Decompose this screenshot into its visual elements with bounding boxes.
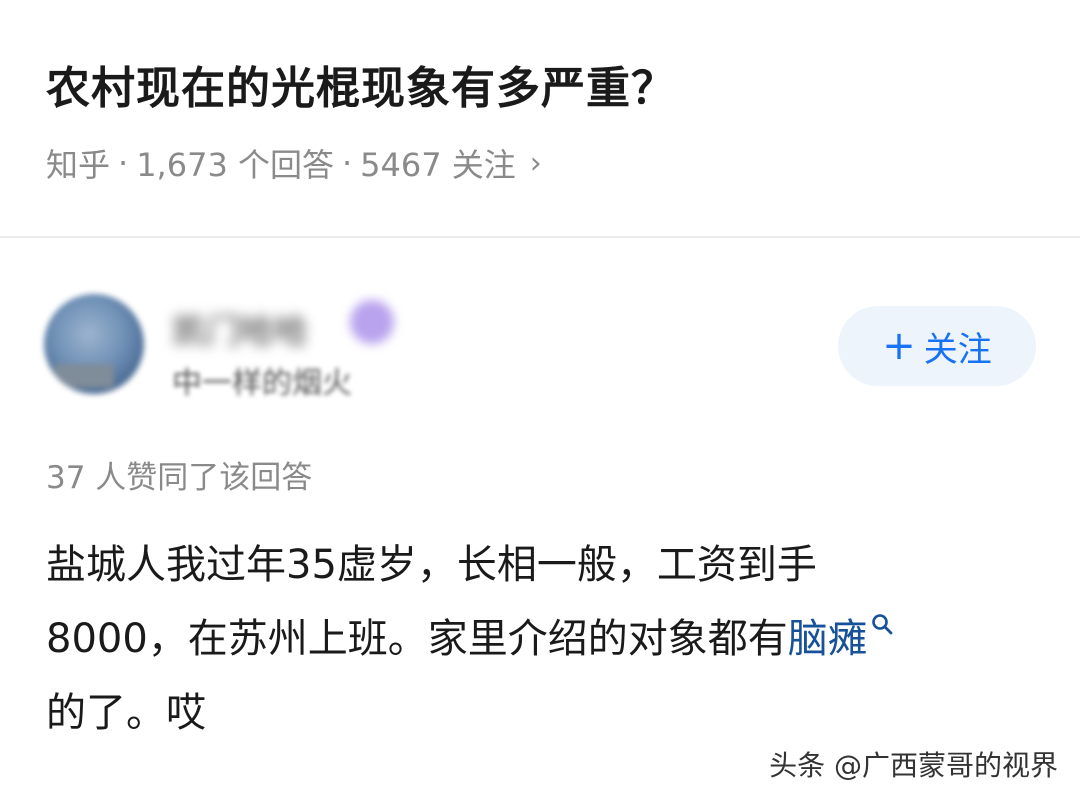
answer-line: 8000，在苏州上班。家里介绍的对象都有脑瘫 bbox=[46, 602, 1046, 676]
section-divider bbox=[0, 236, 1080, 238]
question-meta[interactable]: 知乎 · 1,673 个回答 · 5467 关注 › bbox=[46, 140, 542, 186]
answer-line: 盐城人我过年35虚岁，长相一般，工资到手 bbox=[46, 542, 817, 588]
author-name[interactable]: 凯门哈哈 bbox=[172, 304, 308, 353]
search-icon[interactable] bbox=[870, 612, 894, 636]
keyword-link[interactable]: 脑瘫 bbox=[788, 616, 868, 662]
source-label: 知乎 bbox=[46, 146, 111, 184]
question-title[interactable]: 农村现在的光棍现象有多严重？ bbox=[46, 52, 676, 116]
answer-body[interactable]: 盐城人我过年35虚岁，长相一般，工资到手 8000，在苏州上班。家里介绍的对象都… bbox=[46, 528, 1046, 750]
watermark: 头条 @广西蒙哥的视界 bbox=[769, 749, 1058, 782]
answer-text: 8000，在苏州上班。家里介绍的对象都有 bbox=[46, 616, 788, 662]
follow-label: 关注 bbox=[923, 329, 992, 370]
meta-separator: · bbox=[118, 144, 129, 182]
answer-line: 的了。哎 bbox=[46, 690, 206, 736]
upvote-count: 37 人赞同了该回答 bbox=[46, 460, 313, 496]
follow-button[interactable]: + 关注 bbox=[838, 306, 1036, 386]
answer-count: 1,673 个回答 bbox=[136, 146, 334, 184]
follower-count: 5467 关注 bbox=[360, 146, 516, 184]
verified-badge-icon bbox=[350, 300, 394, 344]
avatar[interactable] bbox=[44, 294, 144, 394]
meta-separator: · bbox=[341, 144, 353, 182]
plus-icon: + bbox=[882, 323, 916, 369]
chevron-right-icon: › bbox=[529, 145, 542, 181]
author-description: 中一样的烟火 bbox=[172, 366, 352, 401]
author-row: 凯门哈哈 中一样的烟火 + 关注 bbox=[0, 280, 1080, 410]
